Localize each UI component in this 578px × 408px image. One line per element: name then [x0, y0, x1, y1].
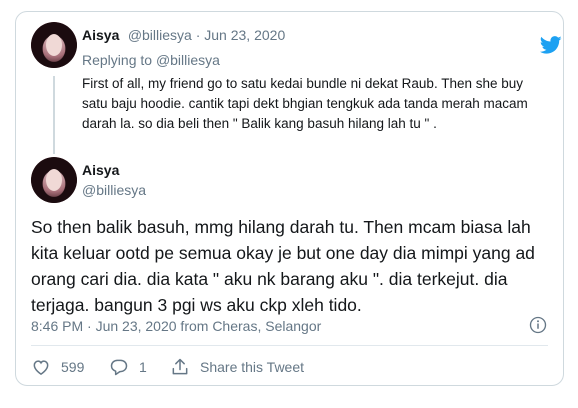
avatar[interactable] [31, 22, 77, 68]
tweet-embed-card: Aisya @billiesya · Jun 23, 2020 Replying… [15, 11, 564, 386]
share-label: Share this Tweet [200, 359, 305, 375]
info-icon[interactable] [529, 316, 547, 334]
display-name[interactable]: Aisya [82, 27, 119, 43]
reply-bubble-icon [110, 359, 128, 376]
tweet-text: So then balik basuh, mmg hilang darah tu… [31, 217, 535, 315]
like-button[interactable]: 599 [31, 357, 84, 377]
handle[interactable]: @billiesya [82, 182, 146, 198]
tweet-timestamp[interactable]: 8:46 PM · Jun 23, 2020 from Cheras, Sela… [31, 318, 321, 334]
replying-to-handle[interactable]: @billiesya [156, 52, 220, 68]
twitter-bird-icon[interactable] [538, 34, 564, 56]
handle-and-date[interactable]: @billiesya · Jun 23, 2020 [128, 27, 285, 43]
avatar[interactable] [31, 157, 77, 203]
divider [31, 345, 548, 346]
reply-header: Aisya @billiesya · Jun 23, 2020 [82, 27, 285, 45]
replying-to: Replying to @billiesya [82, 52, 220, 68]
reply-button[interactable]: 1 [109, 357, 147, 377]
reply-tweet-text: First of all, my friend go to satu kedai… [82, 76, 528, 131]
thread-connector [53, 76, 55, 154]
display-name[interactable]: Aisya [82, 162, 119, 178]
heart-icon [33, 360, 49, 375]
share-button[interactable]: Share this Tweet [170, 357, 304, 377]
share-icon [172, 358, 188, 375]
like-count: 599 [61, 359, 85, 375]
reply-count: 1 [139, 359, 147, 375]
